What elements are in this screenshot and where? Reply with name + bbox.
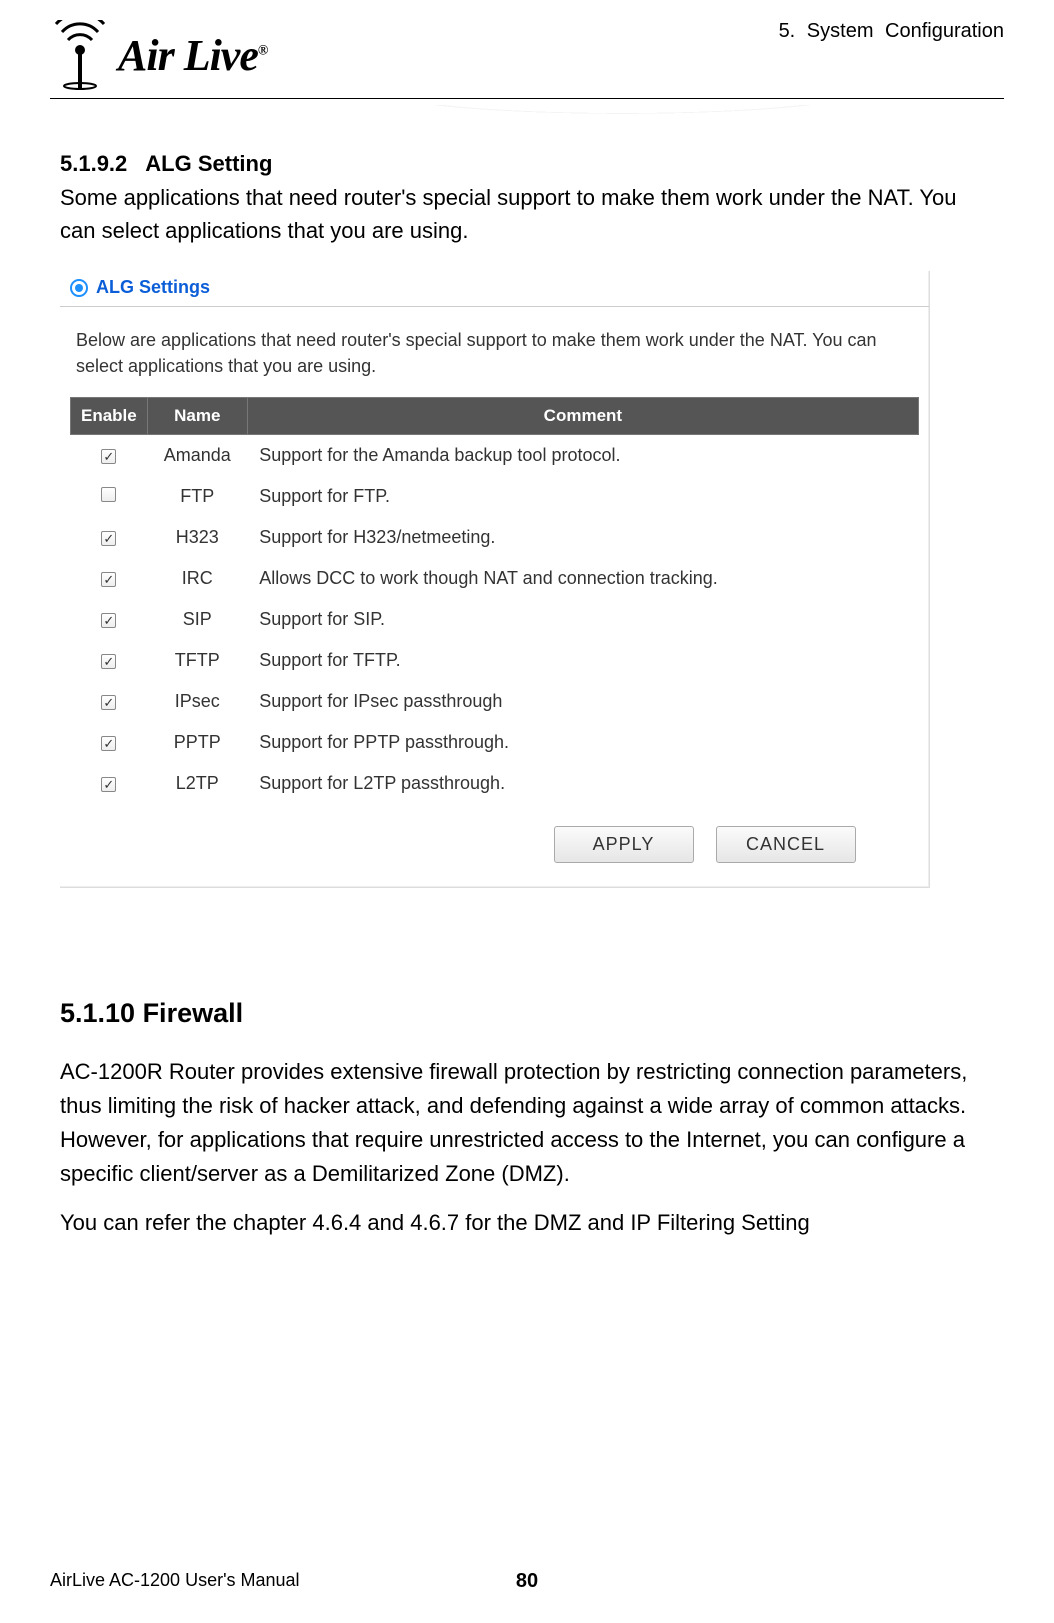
- row-comment: Support for TFTP.: [247, 640, 918, 681]
- enable-checkbox[interactable]: [101, 531, 116, 546]
- alg-intro-paragraph: Some applications that need router's spe…: [60, 181, 994, 247]
- enable-checkbox[interactable]: [101, 449, 116, 464]
- enable-checkbox[interactable]: [101, 736, 116, 751]
- header-divider: [50, 98, 1004, 99]
- row-name: PPTP: [147, 722, 247, 763]
- screenshot-intro: Below are applications that need router'…: [60, 311, 929, 389]
- table-row: IRCAllows DCC to work though NAT and con…: [71, 558, 919, 599]
- row-name: Amanda: [147, 435, 247, 477]
- table-row: H323Support for H323/netmeeting.: [71, 517, 919, 558]
- footer-manual-title: AirLive AC-1200 User's Manual: [50, 1570, 300, 1591]
- row-comment: Support for the Amanda backup tool proto…: [247, 435, 918, 477]
- row-name: L2TP: [147, 763, 247, 804]
- table-row: L2TPSupport for L2TP passthrough.: [71, 763, 919, 804]
- row-name: SIP: [147, 599, 247, 640]
- chapter-label: 5. System Configuration: [779, 20, 1004, 43]
- row-name: IRC: [147, 558, 247, 599]
- table-row: AmandaSupport for the Amanda backup tool…: [71, 435, 919, 477]
- screenshot-title: ALG Settings: [96, 277, 210, 298]
- enable-checkbox[interactable]: [101, 777, 116, 792]
- col-enable: Enable: [71, 398, 148, 435]
- row-comment: Support for PPTP passthrough.: [247, 722, 918, 763]
- decor-swoosh: [50, 105, 1004, 123]
- enable-checkbox[interactable]: [101, 613, 116, 628]
- row-comment: Support for FTP.: [247, 476, 918, 517]
- logo-text: Air Live®: [118, 30, 267, 81]
- row-comment: Support for IPsec passthrough: [247, 681, 918, 722]
- apply-button[interactable]: APPLY: [554, 826, 694, 863]
- table-row: FTPSupport for FTP.: [71, 476, 919, 517]
- alg-section-heading: 5.1.9.2ALG Setting: [60, 151, 994, 177]
- row-comment: Support for SIP.: [247, 599, 918, 640]
- row-comment: Support for L2TP passthrough.: [247, 763, 918, 804]
- row-comment: Support for H323/netmeeting.: [247, 517, 918, 558]
- page-number: 80: [516, 1570, 538, 1593]
- table-row: TFTPSupport for TFTP.: [71, 640, 919, 681]
- enable-checkbox[interactable]: [101, 572, 116, 587]
- cancel-button[interactable]: CANCEL: [716, 826, 856, 863]
- brand-logo: Air Live®: [50, 20, 267, 90]
- page-footer: AirLive AC-1200 User's Manual 80: [50, 1570, 1004, 1591]
- alg-settings-screenshot: ALG Settings Below are applications that…: [60, 271, 930, 888]
- bullet-icon: [70, 279, 88, 297]
- enable-checkbox[interactable]: [101, 487, 116, 502]
- table-row: SIPSupport for SIP.: [71, 599, 919, 640]
- alg-table: Enable Name Comment AmandaSupport for th…: [70, 397, 919, 804]
- row-name: TFTP: [147, 640, 247, 681]
- firewall-paragraph-2: You can refer the chapter 4.6.4 and 4.6.…: [60, 1206, 994, 1240]
- row-name: H323: [147, 517, 247, 558]
- table-row: IPsecSupport for IPsec passthrough: [71, 681, 919, 722]
- row-name: IPsec: [147, 681, 247, 722]
- row-name: FTP: [147, 476, 247, 517]
- enable-checkbox[interactable]: [101, 654, 116, 669]
- row-comment: Allows DCC to work though NAT and connec…: [247, 558, 918, 599]
- col-comment: Comment: [247, 398, 918, 435]
- logo-signal-icon: [50, 20, 110, 90]
- firewall-paragraph-1: AC-1200R Router provides extensive firew…: [60, 1055, 994, 1191]
- enable-checkbox[interactable]: [101, 695, 116, 710]
- col-name: Name: [147, 398, 247, 435]
- firewall-heading: 5.1.10 Firewall: [60, 998, 994, 1029]
- table-row: PPTPSupport for PPTP passthrough.: [71, 722, 919, 763]
